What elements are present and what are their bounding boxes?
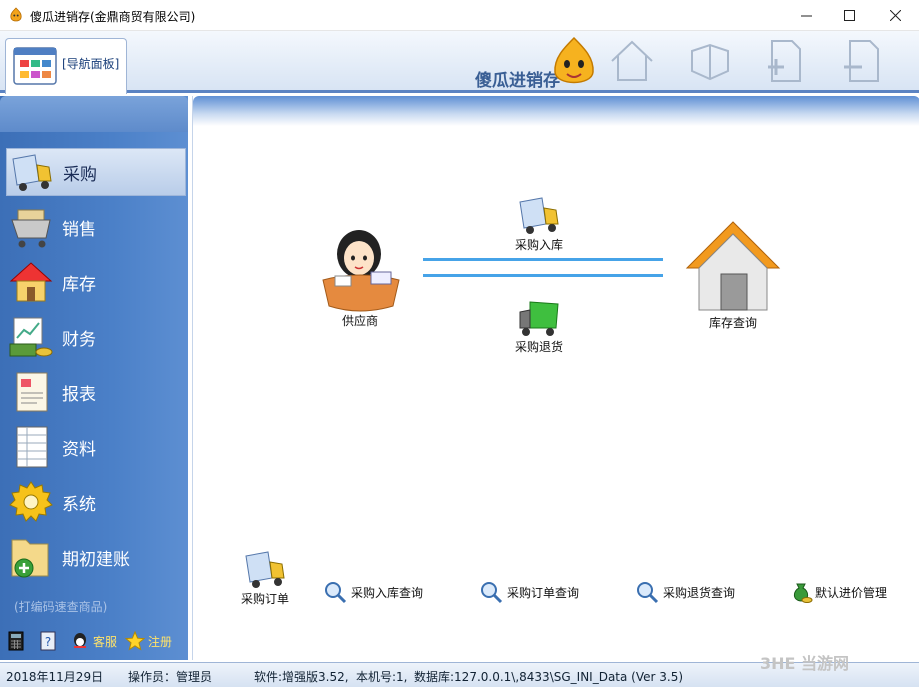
maximize-icon (843, 10, 855, 21)
purchase-return-query-button[interactable]: 采购退货查询 (635, 580, 735, 604)
document-icon (16, 426, 48, 468)
star-icon[interactable] (125, 631, 146, 651)
purchase-return-arrow (423, 274, 663, 277)
sidebar-item-purchase[interactable]: 采购 (6, 148, 186, 196)
cube-icon[interactable] (684, 37, 736, 85)
sidebar-item-opening-accounts[interactable]: 期初建账 (6, 533, 186, 581)
purchase-order-label: 采购订单 (240, 592, 289, 606)
sidebar-item-label: 采购 (63, 164, 97, 185)
sidebar: 采购 销售 库存 财务 报表 资料 系统 期初建账 (打编码速查商品) ? 客服… (0, 96, 188, 660)
service-link[interactable]: 客服 (93, 633, 117, 650)
sidebar-item-system[interactable]: 系统 (6, 478, 186, 526)
qq-service-icon[interactable] (70, 631, 90, 651)
purchase-return-query-label: 采购退货查询 (663, 585, 736, 600)
purchase-in-truck-icon (519, 197, 559, 234)
main-panel-header (193, 96, 919, 126)
supplier-node[interactable]: 供应商 (315, 218, 405, 329)
magnifier-icon (325, 582, 347, 604)
scan-code-hint[interactable]: (打编码速查商品) (14, 598, 107, 615)
sidebar-item-label: 期初建账 (62, 549, 130, 570)
home-icon[interactable] (606, 37, 658, 85)
sidebar-header (0, 96, 188, 132)
sidebar-item-label: 库存 (62, 274, 96, 295)
folder-add-icon (11, 539, 49, 578)
status-database: 数据库:127.0.0.1\,8433\SG_INI_Data (Ver 3.5… (414, 670, 684, 684)
purchase-in-arrow (423, 258, 663, 261)
dashboard-icon (13, 47, 57, 85)
sidebar-item-data[interactable]: 资料 (6, 423, 186, 471)
gear-icon (9, 481, 53, 522)
sidebar-item-label: 销售 (62, 219, 96, 240)
status-date: 2018年11月29日 (6, 670, 104, 684)
calculator-icon[interactable] (6, 631, 26, 651)
default-price-label: 默认进价管理 (815, 585, 888, 600)
window-title: 傻瓜进销存(金鼎商贸有限公司) (30, 10, 196, 24)
sidebar-item-label: 系统 (62, 494, 96, 515)
purchase-return-truck-icon (519, 301, 559, 336)
maximize-button[interactable] (826, 0, 872, 31)
purchase-order-query-button[interactable]: 采购订单查询 (479, 580, 579, 604)
purchase-return-node[interactable]: 采购退货 (499, 298, 579, 355)
close-icon (889, 10, 901, 21)
report-icon (16, 372, 48, 412)
magnifier-icon (637, 582, 659, 604)
truck-icon (12, 154, 52, 191)
minimize-button[interactable] (783, 0, 829, 31)
svg-text:?: ? (45, 635, 51, 649)
status-software: 软件:增强版3.52, (254, 670, 349, 684)
magnifier-icon (481, 582, 503, 604)
supplier-person-icon (322, 230, 400, 312)
cart-icon (11, 209, 51, 248)
sidebar-item-reports[interactable]: 报表 (6, 368, 186, 416)
house-icon (9, 262, 53, 302)
purchase-order-button[interactable]: 采购订单 (237, 548, 293, 607)
purchase-in-node[interactable]: 采购入库 (499, 194, 579, 253)
main-panel: 供应商 采购入库 采购退货 库存查询 采购订单 采购入库查询 采购订单查询 采购… (192, 96, 919, 660)
purchase-in-query-button[interactable]: 采购入库查询 (323, 580, 423, 604)
remove-page-icon[interactable] (836, 37, 888, 85)
minimize-icon (800, 15, 812, 17)
nav-panel-tab[interactable]: [导航面板] (5, 38, 127, 94)
help-icon[interactable]: ? (38, 631, 58, 651)
supplier-label: 供应商 (341, 314, 378, 328)
sidebar-item-label: 报表 (62, 384, 96, 405)
purchase-order-query-label: 采购订单查询 (507, 585, 580, 600)
money-bag-icon (793, 583, 813, 603)
sidebar-item-finance[interactable]: 财务 (6, 313, 186, 361)
purchase-order-truck-icon (245, 551, 285, 588)
toolbar: [导航面板] 傻瓜进销存 (0, 31, 919, 94)
purchase-in-query-label: 采购入库查询 (351, 585, 424, 600)
watermark: 3HE 当游网 (760, 654, 850, 673)
status-operator: 操作员：管理员 (128, 670, 213, 684)
purchase-in-label: 采购入库 (514, 238, 563, 252)
money-icon (9, 317, 53, 357)
default-price-button[interactable]: 默认进价管理 (789, 580, 887, 604)
app-logo-icon (10, 7, 22, 22)
register-link[interactable]: 注册 (148, 633, 172, 650)
title-bar: 傻瓜进销存(金鼎商贸有限公司) (0, 0, 919, 31)
sidebar-item-inventory[interactable]: 库存 (6, 258, 186, 306)
stock-query-label: 库存查询 (708, 316, 757, 330)
nav-panel-label: [导航面板] (62, 57, 120, 71)
close-button[interactable] (872, 0, 918, 31)
add-page-icon[interactable] (758, 37, 810, 85)
warehouse-house-icon (685, 221, 781, 311)
sidebar-item-sales[interactable]: 销售 (6, 203, 186, 251)
status-machine: 本机号:1, (356, 670, 408, 684)
stock-query-node[interactable]: 库存查询 (681, 218, 785, 331)
sidebar-footer: ? 客服 注册 (0, 626, 188, 656)
sidebar-item-label: 财务 (62, 329, 96, 350)
sidebar-item-label: 资料 (62, 439, 96, 460)
mascot-logo-icon (554, 36, 594, 84)
purchase-return-label: 采购退货 (514, 340, 563, 354)
